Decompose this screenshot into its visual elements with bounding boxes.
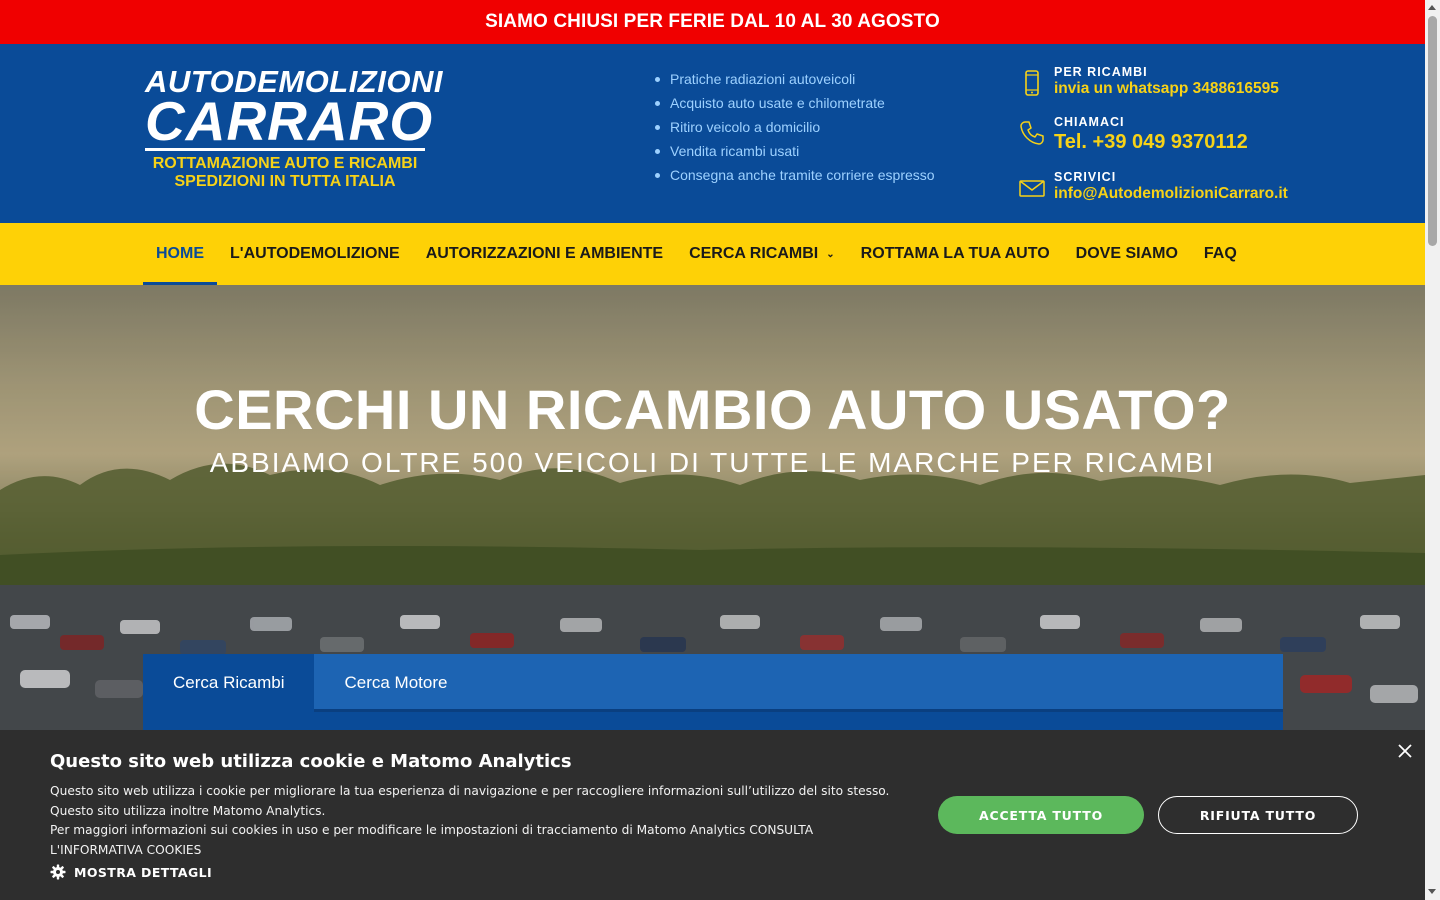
show-details-button[interactable]: MOSTRA DETTAGLI xyxy=(50,864,212,880)
hero-subtitle: ABBIAMO OLTRE 500 VEICOLI DI TUTTE LE MA… xyxy=(209,447,1216,478)
tab-cerca-motore[interactable]: Cerca Motore xyxy=(314,654,477,712)
nav-rottama[interactable]: ROTTAMA LA TUA AUTO xyxy=(848,223,1063,285)
scroll-down-arrow-icon[interactable] xyxy=(1428,889,1436,894)
gear-icon xyxy=(50,864,66,880)
contact-email-label: SCRIVICI xyxy=(1054,170,1117,184)
site-logo[interactable]: AUTODEMOLIZIONI CARRARO ROTTAMAZIONE AUT… xyxy=(145,66,442,191)
cookie-banner: Questo sito web utilizza cookie e Matomo… xyxy=(0,730,1425,900)
nav-cerca-ricambi-label: CERCA RICAMBI xyxy=(689,245,819,262)
site-header: AUTODEMOLIZIONI CARRARO ROTTAMAZIONE AUT… xyxy=(0,44,1425,223)
whatsapp-link[interactable]: invia un whatsapp 3488616595 xyxy=(1054,80,1279,98)
phone-link[interactable]: Tel. +39 049 9370112 xyxy=(1054,130,1248,154)
service-item: Ritiro veicolo a domicilio xyxy=(654,115,935,139)
nav-dove-siamo[interactable]: DOVE SIAMO xyxy=(1063,223,1191,285)
reject-all-button[interactable]: RIFIUTA TUTTO xyxy=(1158,796,1358,834)
smartphone-icon xyxy=(1025,70,1039,96)
service-item: Pratiche radiazioni autoveicoli xyxy=(654,67,935,91)
page-scrollbar[interactable] xyxy=(1425,0,1440,900)
cookie-text: Questo sito web utilizza i cookie per mi… xyxy=(50,782,890,860)
nav-autorizzazioni[interactable]: AUTORIZZAZIONI E AMBIENTE xyxy=(413,223,676,285)
nav-autodemolizione[interactable]: L'AUTODEMOLIZIONE xyxy=(217,223,413,285)
logo-line-2: CARRARO xyxy=(145,90,434,152)
announcement-bar: SIAMO CHIUSI PER FERIE DAL 10 AL 30 AGOS… xyxy=(0,0,1425,44)
phone-icon xyxy=(1020,121,1044,145)
cookie-text-2[interactable]: Per maggiori informazioni sui cookies in… xyxy=(50,821,890,860)
search-panel: Cerca Ricambi Cerca Motore xyxy=(143,654,1283,730)
search-tabs: Cerca Ricambi Cerca Motore xyxy=(143,654,1283,712)
contact-email[interactable]: SCRIVICI info@AutodemolizioniCarraro.it xyxy=(1018,170,1288,203)
announcement-text: SIAMO CHIUSI PER FERIE DAL 10 AL 30 AGOS… xyxy=(485,11,940,32)
close-icon[interactable] xyxy=(1396,742,1414,760)
accept-all-button[interactable]: ACCETTA TUTTO xyxy=(938,796,1144,834)
cookie-title: Questo sito web utilizza cookie e Matomo… xyxy=(50,751,572,772)
contact-phone-label: CHIAMACI xyxy=(1054,115,1125,129)
logo-tagline-1: ROTTAMAZIONE AUTO E RICAMBI xyxy=(152,155,418,172)
service-item: Consegna anche tramite corriere espresso xyxy=(654,163,935,187)
cookie-text-1: Questo sito web utilizza i cookie per mi… xyxy=(50,784,890,818)
chevron-down-icon: ⌄ xyxy=(826,248,835,260)
nav-cerca-ricambi[interactable]: CERCA RICAMBI ⌄ xyxy=(676,223,848,285)
service-item: Acquisto auto usate e chilometrate xyxy=(654,91,935,115)
nav-home[interactable]: HOME xyxy=(143,223,217,285)
services-list: Pratiche radiazioni autoveicoli Acquisto… xyxy=(654,67,935,187)
contact-ricambi-label: PER RICAMBI xyxy=(1054,65,1148,79)
logo-tagline-2: SPEDIZIONI IN TUTTA ITALIA xyxy=(174,173,396,190)
tab-cerca-ricambi[interactable]: Cerca Ricambi xyxy=(143,654,315,712)
email-link[interactable]: info@AutodemolizioniCarraro.it xyxy=(1054,185,1288,203)
hero-title: CERCHI UN RICAMBIO AUTO USATO? xyxy=(194,378,1231,441)
contact-ricambi[interactable]: PER RICAMBI invia un whatsapp 3488616595 xyxy=(1018,65,1279,98)
main-nav: HOME L'AUTODEMOLIZIONE AUTORIZZAZIONI E … xyxy=(0,223,1425,285)
contact-phone[interactable]: CHIAMACI Tel. +39 049 9370112 xyxy=(1018,115,1248,154)
scrollbar-thumb[interactable] xyxy=(1428,16,1437,246)
service-item: Vendita ricambi usati xyxy=(654,139,935,163)
nav-faq[interactable]: FAQ xyxy=(1191,223,1250,285)
show-details-label: MOSTRA DETTAGLI xyxy=(74,864,213,880)
scroll-up-arrow-icon[interactable] xyxy=(1428,5,1436,10)
envelope-icon xyxy=(1019,180,1045,197)
